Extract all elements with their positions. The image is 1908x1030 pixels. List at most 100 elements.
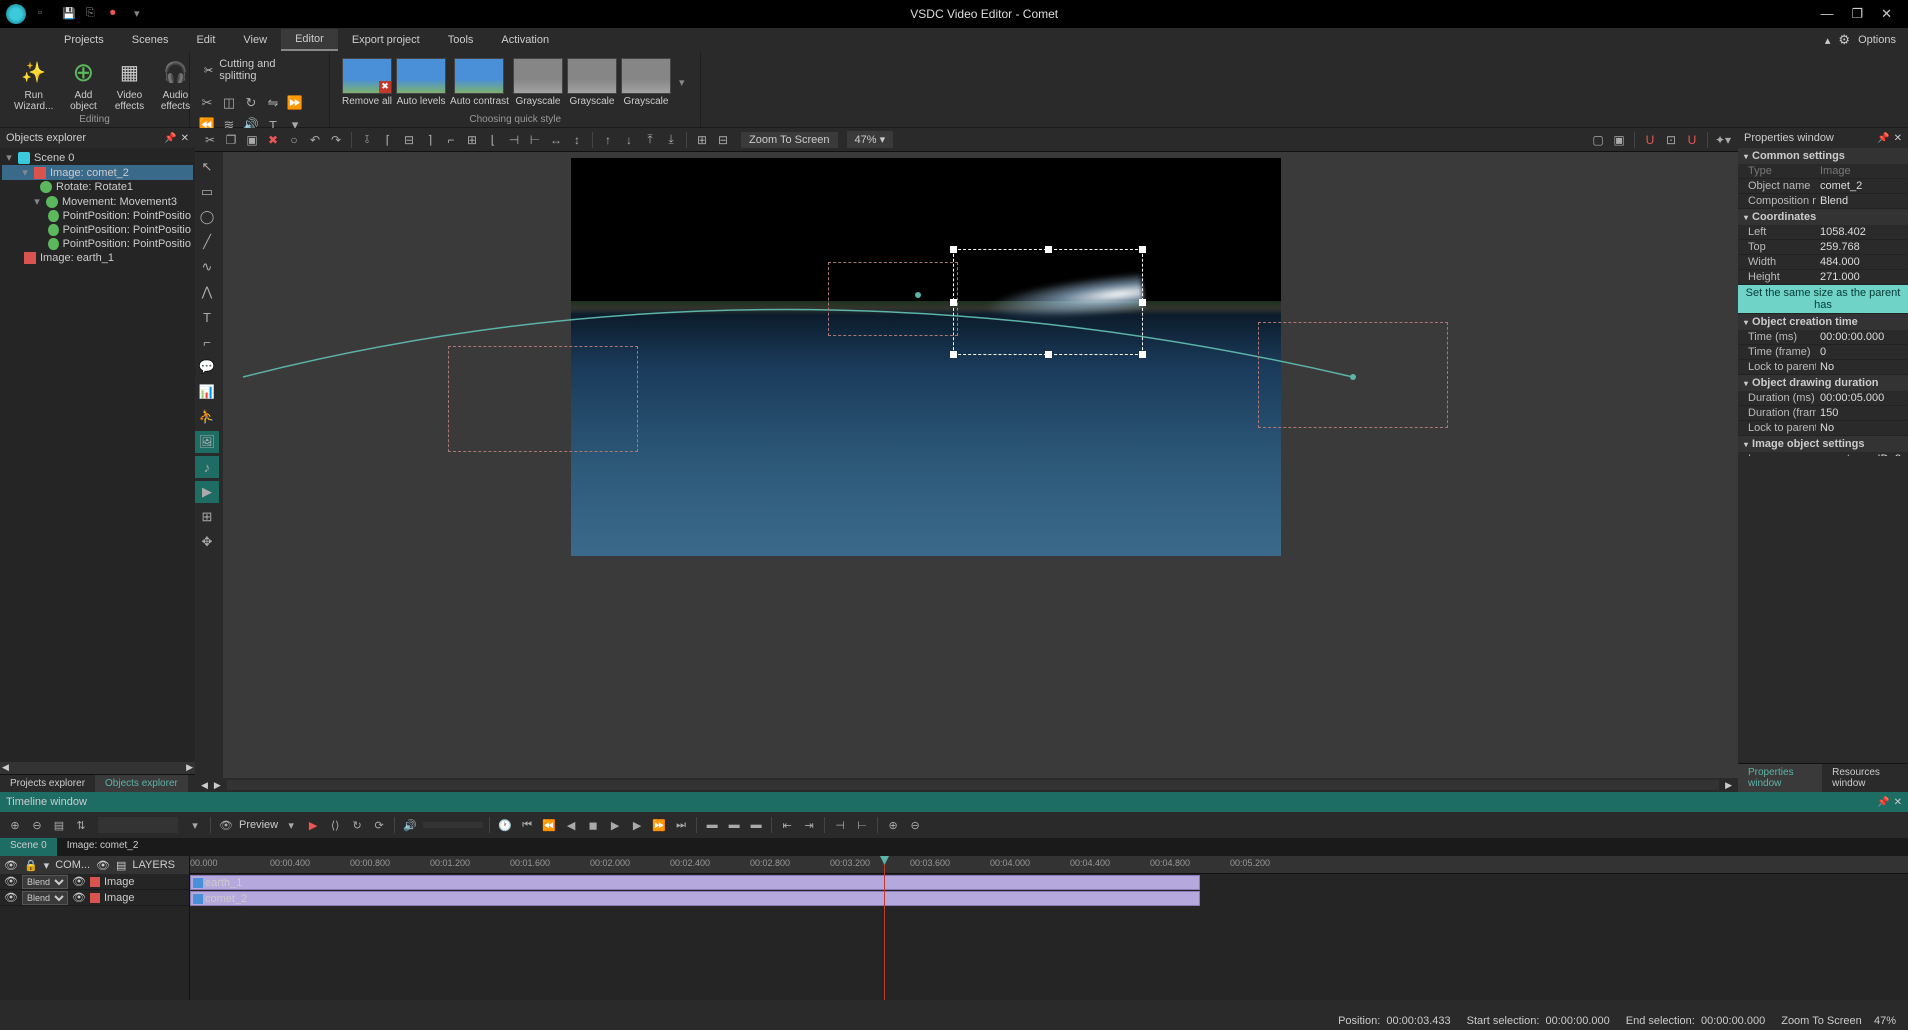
tl-marker1-icon[interactable]: ▬ <box>703 816 721 834</box>
tl-stepfwd-icon[interactable]: ▶ <box>628 816 646 834</box>
menu-scenes[interactable]: Scenes <box>118 30 183 50</box>
tl-next-icon[interactable]: ⏩ <box>650 816 668 834</box>
handle-bm[interactable] <box>1045 351 1052 358</box>
quickstyle-grayscale-1[interactable]: Grayscale <box>513 58 563 107</box>
quickstyle-grayscale-2[interactable]: Grayscale <box>567 58 617 107</box>
qat-export-icon[interactable]: ⎘ <box>86 7 100 21</box>
quickstyle-expand-icon[interactable]: ▾ <box>679 76 685 89</box>
prop-time-frame[interactable]: Time (frame)0 <box>1738 345 1908 360</box>
tool-animation-icon[interactable]: ⛹ <box>195 406 219 428</box>
hscroll-end-icon[interactable]: ▶ <box>1725 780 1732 791</box>
pin-icon[interactable]: 📌 <box>1877 797 1889 808</box>
tl-eye-icon[interactable]: 👁 <box>217 816 235 834</box>
vt-cut-icon[interactable]: ✂ <box>201 131 219 149</box>
scroll-left-icon[interactable]: ◀ <box>2 762 9 774</box>
tool-image-icon[interactable]: 🖼 <box>195 431 219 453</box>
minimize-button[interactable]: — <box>1820 6 1833 22</box>
qat-new-icon[interactable]: ▫ <box>38 7 52 21</box>
prop-object-name[interactable]: Object namecomet_2 <box>1738 179 1908 194</box>
tl-loop-icon[interactable]: ↻ <box>348 816 366 834</box>
menu-activation[interactable]: Activation <box>487 30 563 50</box>
handle-br[interactable] <box>1139 351 1146 358</box>
tl-split-icon[interactable]: ⊣ <box>831 816 849 834</box>
quickstyle-auto-levels[interactable]: Auto levels <box>396 58 446 107</box>
tool-video-icon[interactable]: ▶ <box>195 481 219 503</box>
vt-align-right-icon[interactable]: ⌉ <box>421 131 439 149</box>
menu-projects[interactable]: Projects <box>50 30 118 50</box>
tl-play2-icon[interactable]: ▶ <box>606 816 624 834</box>
vt-redo2-icon[interactable]: ↷ <box>327 131 345 149</box>
eye-icon[interactable]: 👁 <box>4 859 18 872</box>
tl-join-icon[interactable]: ⊢ <box>853 816 871 834</box>
tl-stop-icon[interactable]: ◼ <box>584 816 602 834</box>
prop-left[interactable]: Left1058.402 <box>1738 225 1908 240</box>
prop-height[interactable]: Height271.000 <box>1738 270 1908 285</box>
handle-tl[interactable] <box>950 246 957 253</box>
tool-tooltip-icon[interactable]: ⌐ <box>195 331 219 353</box>
section-coordinates[interactable]: Coordinates <box>1738 209 1908 225</box>
tree-movement[interactable]: ▾Movement: Movement3 <box>2 194 193 209</box>
tool-audio-icon[interactable]: ♪ <box>195 456 219 478</box>
vt-dist-v-icon[interactable]: ⊢ <box>526 131 544 149</box>
vt-undo-icon[interactable]: ○ <box>285 131 303 149</box>
handle-tm[interactable] <box>1045 246 1052 253</box>
tl-zoomin-icon[interactable]: ⊕ <box>884 816 902 834</box>
tab-objects-explorer[interactable]: Objects explorer <box>95 775 188 792</box>
vt-same-h-icon[interactable]: ↕ <box>568 131 586 149</box>
tl-prev-icon[interactable]: ⏪ <box>540 816 558 834</box>
tool-rect-icon[interactable]: ▭ <box>195 181 219 203</box>
tool-speed-icon[interactable]: ⏩ <box>286 94 304 112</box>
vt-align-center-icon[interactable]: ⊟ <box>400 131 418 149</box>
handle-ml[interactable] <box>950 299 957 306</box>
video-effects-button[interactable]: ▦Video effects <box>107 54 151 114</box>
tl-preview-dd-icon[interactable]: ▾ <box>282 816 300 834</box>
tool-cut-icon[interactable]: ✂ <box>198 94 216 112</box>
timeline-scrollbar[interactable] <box>0 1000 1908 1012</box>
track-row-1[interactable]: 👁 Blend 👁 Image <box>0 874 189 890</box>
blend-select[interactable]: Blend <box>22 891 68 905</box>
prop-width[interactable]: Width484.000 <box>1738 255 1908 270</box>
vt-u2-icon[interactable]: ⊡ <box>1662 131 1680 149</box>
tl-dropdown-icon[interactable]: ▾ <box>186 816 204 834</box>
tree-image-comet[interactable]: ▾Image: comet_2 <box>2 165 193 180</box>
lock-icon[interactable]: 🔒 <box>24 859 38 872</box>
tl-order-icon[interactable]: ⇅ <box>72 816 90 834</box>
zoom-mode[interactable]: Zoom To Screen <box>741 132 838 148</box>
vt-align-mid-icon[interactable]: ⊞ <box>463 131 481 149</box>
pin-icon[interactable]: 📌 <box>1877 133 1889 144</box>
menu-edit[interactable]: Edit <box>182 30 229 50</box>
vt-delete-icon[interactable]: ✖ <box>264 131 282 149</box>
scroll-right-icon[interactable]: ▶ <box>186 762 193 774</box>
tool-curve-icon[interactable]: ∿ <box>195 256 219 278</box>
playhead[interactable] <box>884 856 885 1000</box>
vt-copy-icon[interactable]: ❐ <box>222 131 240 149</box>
prop-lock-parent-1[interactable]: Lock to parentNo <box>1738 360 1908 375</box>
vt-paste-icon[interactable]: ▣ <box>243 131 261 149</box>
hscroll-track[interactable] <box>227 780 1719 790</box>
track-area[interactable]: 00.00000:00.40000:00.80000:01.20000:01.6… <box>190 856 1908 1000</box>
tab-resources[interactable]: Resources window <box>1822 764 1908 792</box>
quickstyle-remove-all[interactable]: Remove all <box>342 58 392 107</box>
selection-box[interactable] <box>953 249 1143 355</box>
vt-u3-icon[interactable]: U <box>1683 131 1701 149</box>
blend-select[interactable]: Blend <box>22 875 68 889</box>
tool-text-icon[interactable]: T <box>195 306 219 328</box>
quickstyle-auto-contrast[interactable]: Auto contrast <box>450 58 509 107</box>
tl-reload-icon[interactable]: ⟳ <box>370 816 388 834</box>
vt-u1-icon[interactable]: U <box>1641 131 1659 149</box>
tl-range-icon[interactable]: ⟨⟩ <box>326 816 344 834</box>
list-icon[interactable]: ▤ <box>116 859 126 872</box>
btn-same-size[interactable]: Set the same size as the parent has <box>1738 285 1908 314</box>
tool-move-icon[interactable]: ✥ <box>195 531 219 553</box>
tl-out-icon[interactable]: ⇥ <box>800 816 818 834</box>
help-up-icon[interactable]: ▴ <box>1825 34 1831 47</box>
run-wizard-button[interactable]: ✨Run Wizard... <box>8 54 59 114</box>
vt-align-top-icon[interactable]: ⌐ <box>442 131 460 149</box>
hscroll-left-icon[interactable]: ◀ <box>201 780 208 791</box>
maximize-button[interactable]: ❐ <box>1851 6 1863 22</box>
handle-bl[interactable] <box>950 351 957 358</box>
vt-dist-h-icon[interactable]: ⊣ <box>505 131 523 149</box>
vt-snap1-icon[interactable]: ▢ <box>1589 131 1607 149</box>
vt-settings-icon[interactable]: ✦▾ <box>1714 131 1732 149</box>
timeline-tab-scene[interactable]: Scene 0 <box>0 838 57 856</box>
